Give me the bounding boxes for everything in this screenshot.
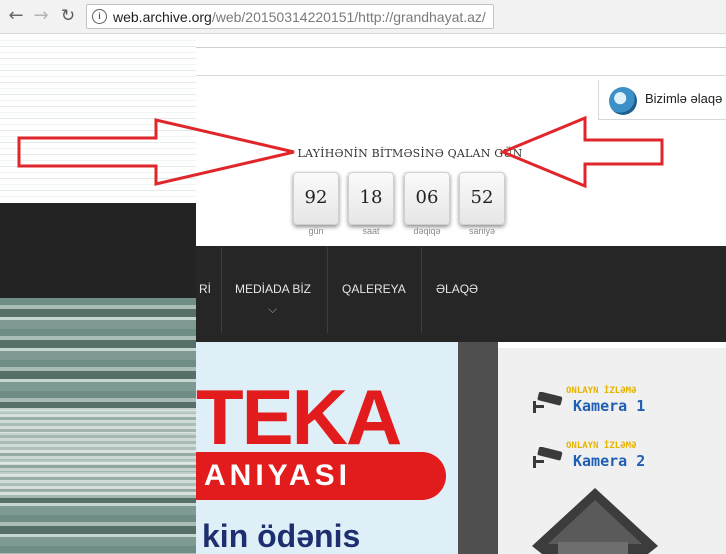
countdown-seconds-label: saniyə: [468, 226, 495, 236]
camera-2-link[interactable]: ONLAYN İZLƏMƏ Kamera 2: [532, 441, 722, 473]
annotation-arrow-left-icon: [500, 115, 664, 189]
menu-separator: [421, 247, 422, 333]
address-bar[interactable]: i web.archive.org/web/20150314220151/htt…: [86, 4, 494, 29]
chevron-down-icon[interactable]: ⌵: [268, 302, 277, 317]
back-button[interactable]: ←: [6, 6, 26, 26]
cctv-camera-icon: [533, 392, 563, 413]
url-host: web.archive.org: [113, 9, 212, 25]
countdown-hours-value: 18: [359, 187, 383, 208]
countdown-days-label: gün: [308, 226, 324, 236]
camera-1-link[interactable]: ONLAYN İZLƏMƏ Kamera 1: [532, 386, 722, 418]
contact-label: Bizimlə əlaqə: [645, 91, 723, 106]
countdown-hours-label: saat: [362, 226, 380, 236]
camera-2-caption: ONLAYN İZLƏMƏ: [566, 441, 637, 451]
menu-item-partial[interactable]: Rİ: [199, 282, 211, 296]
promo-banner[interactable]: TEKA ANIYASI kin ödənis: [196, 342, 458, 554]
info-icon[interactable]: i: [92, 9, 107, 24]
menu-separator: [327, 247, 328, 333]
url-text[interactable]: web.archive.org/web/20150314220151/http:…: [113, 9, 486, 25]
menu-item-media[interactable]: MEDİADA BİZ: [235, 282, 311, 296]
camera-1-caption: ONLAYN İZLƏMƏ: [566, 386, 637, 396]
annotation-arrow-right-icon: [17, 118, 295, 186]
countdown-minutes-box: 06: [404, 172, 450, 225]
camera-2-name: Kamera 2: [573, 452, 646, 470]
countdown-minutes-value: 06: [415, 187, 439, 208]
countdown-minutes-label: dəqiqə: [413, 226, 441, 236]
countdown-days-value: 92: [304, 187, 328, 208]
banner-tagline: kin ödənis: [202, 518, 361, 554]
menu-separator: [221, 247, 222, 333]
banner-subtitle: ANIYASI: [204, 459, 351, 492]
camera-1-name: Kamera 1: [573, 397, 646, 415]
menu-item-contact[interactable]: ƏLAQƏ: [436, 282, 478, 296]
forward-button[interactable]: →: [31, 6, 51, 26]
url-path: /web/20150314220151/http://grandhayat.az…: [211, 9, 486, 25]
countdown-seconds-box: 52: [459, 172, 505, 225]
contact-globe-icon: [609, 87, 637, 115]
render-artifact-dark: [0, 203, 196, 298]
countdown-hours-box: 18: [348, 172, 394, 225]
cctv-camera-icon: [533, 447, 563, 468]
render-artifact-photo: [0, 298, 196, 554]
house-logo-icon: [532, 488, 658, 554]
menu-item-gallery[interactable]: QALEREYA: [342, 282, 406, 296]
browser-toolbar: ← → ↻ i web.archive.org/web/201503142201…: [0, 0, 726, 34]
countdown-days-box: 92: [293, 172, 339, 225]
top-strip: [196, 35, 726, 48]
countdown-seconds-value: 52: [470, 187, 494, 208]
secondary-bar: [196, 48, 726, 76]
reload-button[interactable]: ↻: [58, 6, 78, 26]
banner-title: TEKA: [196, 373, 402, 461]
banner-divider: [458, 342, 498, 554]
